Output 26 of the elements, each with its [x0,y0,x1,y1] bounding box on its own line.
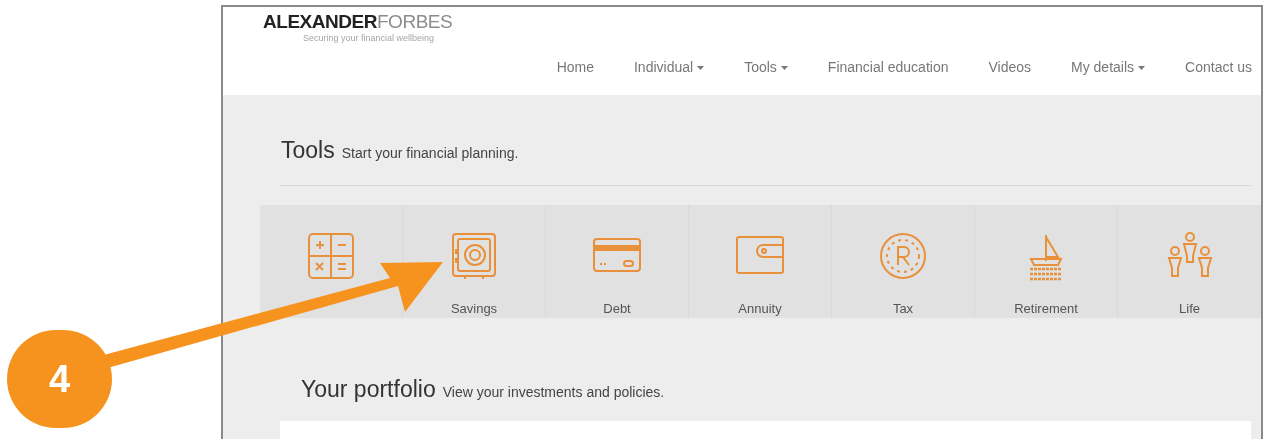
annotation-badge: 4 [7,330,112,428]
nav-link[interactable]: Contact us [1185,57,1252,78]
nav-link[interactable]: Individual [634,57,705,78]
section-title: Your portfolio [301,375,436,404]
section-subtitle: View your investments and policies. [442,383,665,402]
caret-icon [780,65,788,70]
coin-icon[interactable] [878,230,928,281]
section-title: Tools [281,136,335,165]
nav-link[interactable]: My details [1071,57,1146,78]
caret-icon [1138,65,1146,70]
calculator-icon[interactable] [306,230,356,281]
nav-link[interactable]: Financial education [827,57,949,78]
tool-link[interactable]: Tax [892,298,914,318]
caret-icon [697,65,705,70]
nav-link[interactable]: Videos [988,57,1032,78]
logo-tagline: Securing your financial wellbeing [303,33,435,43]
safe-icon[interactable] [449,230,499,281]
tool-link[interactable]: Life [1179,298,1200,318]
tool-link[interactable]: Debt [603,298,631,318]
tool-link[interactable]: Annuity [738,298,782,318]
tool-link[interactable]: Savings [450,298,498,318]
logo[interactable]: ALEXANDERFORBES [263,11,453,33]
nav-link[interactable]: Tools [744,57,788,78]
section-subtitle: Start your financial planning. [341,144,519,163]
nav-link[interactable]: Home [556,57,594,78]
tool-link[interactable]: Retirement [1014,298,1078,318]
